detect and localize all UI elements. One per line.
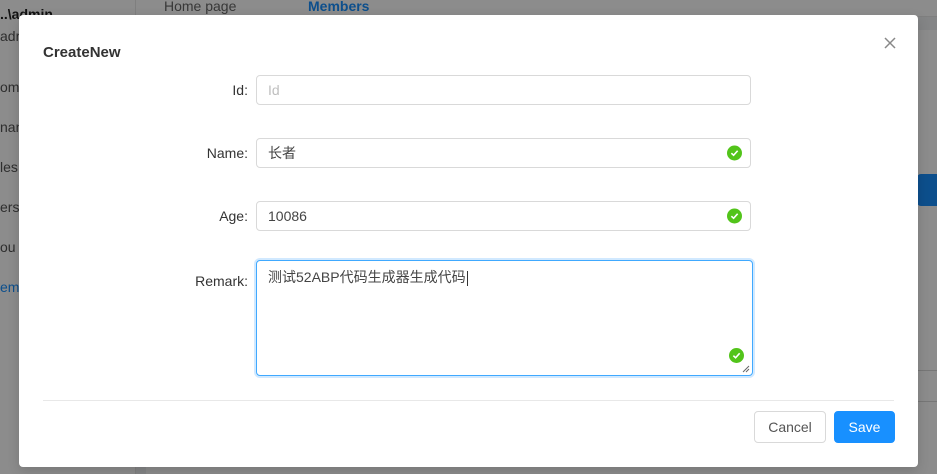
remark-value: 测试52ABP代码生成器生成代码 [268,269,466,285]
id-label: Id: [232,82,248,98]
id-input[interactable]: Id [256,75,751,105]
check-circle-icon [727,145,742,161]
check-circle-icon [727,208,742,224]
resize-grip-icon[interactable] [742,365,750,373]
remark-textarea[interactable]: 测试52ABP代码生成器生成代码 [256,260,753,376]
cancel-button[interactable]: Cancel [754,411,826,443]
age-label: Age: [219,208,248,224]
close-icon[interactable] [881,34,899,52]
check-circle-icon [729,348,744,363]
footer-divider [43,400,894,401]
id-placeholder: Id [268,82,280,98]
text-caret [466,270,468,286]
age-value: 10086 [268,208,307,224]
create-modal: CreateNew Id: Id Name: 长者 Age: 10086 Rem… [19,15,918,467]
name-input[interactable]: 长者 [256,138,751,168]
name-label: Name: [206,145,248,161]
save-button[interactable]: Save [834,411,895,443]
modal-title: CreateNew [43,44,121,61]
age-input[interactable]: 10086 [256,201,751,231]
remark-label: Remark: [195,273,248,289]
name-value: 长者 [268,145,296,161]
